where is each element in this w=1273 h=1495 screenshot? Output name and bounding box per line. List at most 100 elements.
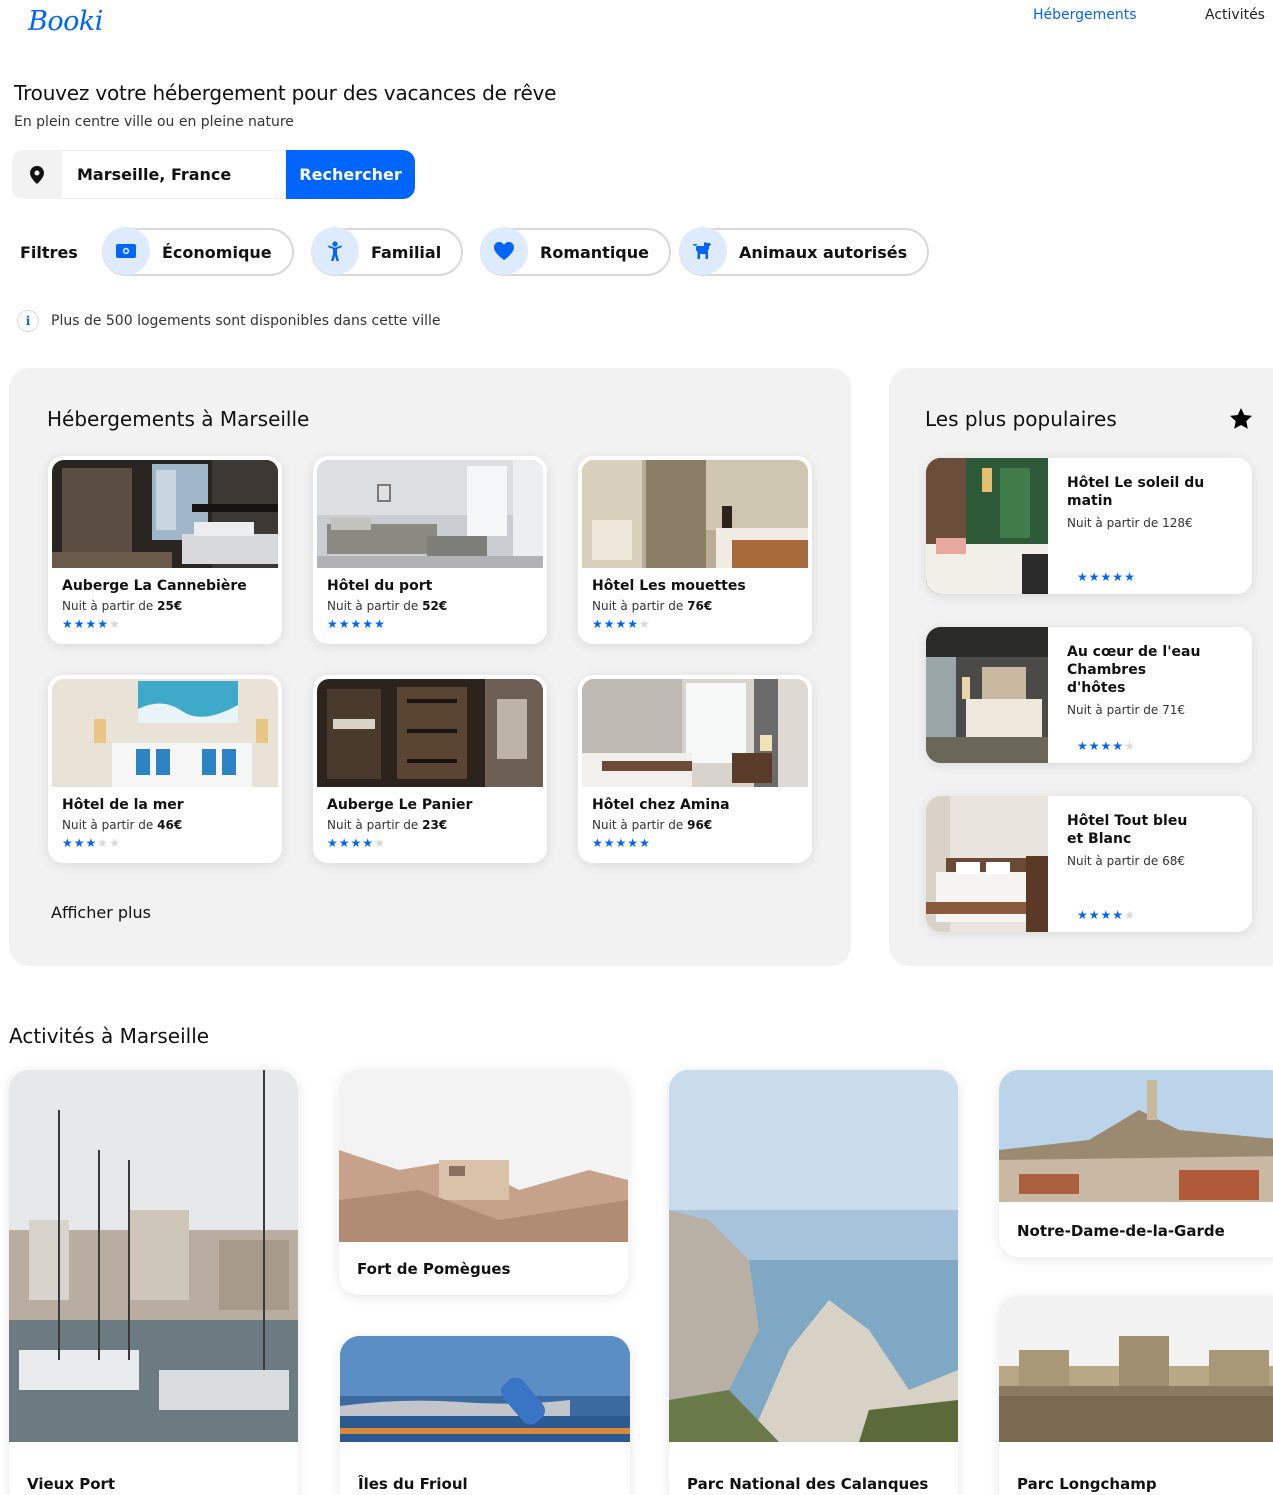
star-filled-icon: ★ [62,617,74,631]
popular-card-hotel-tout-bleu-et-blanc[interactable]: Hôtel Tout bleu et Blanc Nuit à partir d… [926,796,1252,932]
popular-image [926,458,1048,594]
rating-stars: ★★★★★ [592,617,808,631]
accommodation-card-hotel-du-port[interactable]: Hôtel du port Nuit à partir de 52€ ★★★★★ [313,456,547,644]
accommodation-card-hotel-de-la-mer[interactable]: Hôtel de la mer Nuit à partir de 46€ ★★★… [48,675,282,863]
activity-card-fort-de-pomegues[interactable]: Fort de Pomègues [339,1070,628,1295]
accommodation-price: Nuit à partir de 52€ [327,599,448,613]
popular-price: Nuit à partir de 128€ [1067,516,1193,530]
accommodation-image [317,679,543,787]
rating-stars: ★★★★★ [1077,570,1136,584]
search-bar: Marseille, France Rechercher [12,150,415,199]
star-filled-icon: ★ [350,617,363,631]
accommodation-price: Nuit à partir de 46€ [62,818,183,832]
star-filled-icon: ★ [1112,908,1125,922]
star-filled-icon: ★ [362,617,375,631]
location-pin-icon [12,150,62,199]
rating-stars: ★★★★★ [592,836,808,850]
filter-economique[interactable]: Économique [102,227,294,276]
accommodation-name: Hôtel du port [327,578,433,594]
activity-name: Îles du Frioul [358,1475,468,1493]
star-filled-icon: ★ [615,836,628,850]
page-title: Trouvez votre hébergement pour des vacan… [14,81,557,105]
accommodations-title: Hébergements à Marseille [47,407,310,431]
star-empty-icon: ★ [1124,908,1136,922]
accommodation-card-auberge-le-panier[interactable]: Auberge Le Panier Nuit à partir de 23€ ★… [313,675,547,863]
activity-card-vieux-port[interactable]: Vieux Port [9,1070,298,1495]
accommodation-image [582,679,808,787]
star-filled-icon: ★ [62,836,74,850]
activities-title: Activités à Marseille [9,1024,210,1048]
info-icon: i [17,310,39,332]
popular-name: Au cœur de l'eau Chambres d'hôtes [1067,644,1201,696]
star-empty-icon: ★ [97,836,110,850]
popular-price: Nuit à partir de 68€ [1067,854,1186,868]
star-filled-icon: ★ [639,836,651,850]
accommodation-price: Nuit à partir de 25€ [62,599,183,613]
star-filled-icon: ★ [327,617,339,631]
info-text: Plus de 500 logements sont disponibles d… [51,313,441,329]
popular-name: Hôtel Le soleil du matin [1067,475,1205,509]
page-subtitle: En plein centre ville ou en pleine natur… [14,114,294,130]
star-filled-icon: ★ [85,617,98,631]
star-filled-icon: ★ [627,836,640,850]
accommodation-image [52,679,278,787]
activity-name: Parc Longchamp [1017,1475,1157,1493]
nav-link-activites[interactable]: Activités [1205,7,1265,23]
star-filled-icon: ★ [615,617,628,631]
filter-familial[interactable]: Familial [311,227,464,276]
popular-card-hotel-le-soleil-du-matin[interactable]: Hôtel Le soleil du matin Nuit à partir d… [926,458,1252,594]
activity-name: Notre-Dame-de-la-Garde [1017,1222,1225,1240]
star-empty-icon: ★ [639,617,651,631]
popular-name: Hôtel Tout bleu et Blanc [1067,813,1188,847]
activity-card-parc-longchamp[interactable]: Parc Longchamp [999,1296,1273,1495]
star-filled-icon: ★ [1077,570,1089,584]
accommodation-name: Hôtel Les mouettes [592,578,746,594]
filter-animaux-autorises[interactable]: Animaux autorisés [679,227,930,276]
popular-card-au-coeur-de-leau[interactable]: Au cœur de l'eau Chambres d'hôtes Nuit à… [926,627,1252,763]
star-filled-icon: ★ [1100,908,1113,922]
accommodation-card-hotel-les-mouettes[interactable]: Hôtel Les mouettes Nuit à partir de 76€ … [578,456,812,644]
star-filled-icon: ★ [350,836,363,850]
accommodation-card-hotel-chez-amina[interactable]: Hôtel chez Amina Nuit à partir de 96€ ★★… [578,675,812,863]
dog-icon [679,227,727,275]
star-empty-icon: ★ [109,836,121,850]
filter-romantique[interactable]: Romantique [480,227,671,276]
rating-stars: ★★★★★ [62,617,278,631]
activity-card-parc-national-des-calanques[interactable]: Parc National des Calanques [669,1070,958,1495]
star-filled-icon: ★ [1077,908,1089,922]
show-more-link[interactable]: Afficher plus [51,903,151,922]
child-icon [311,227,359,275]
star-filled-icon: ★ [603,617,616,631]
star-filled-icon: ★ [1088,908,1101,922]
star-filled-icon: ★ [1124,570,1136,584]
activity-name: Vieux Port [27,1475,116,1493]
star-filled-icon: ★ [85,836,98,850]
info-message: i Plus de 500 logements sont disponibles… [17,310,440,332]
accommodation-image [52,460,278,568]
nav-link-hebergements[interactable]: Hébergements [1033,7,1137,23]
star-empty-icon: ★ [1124,739,1136,753]
popular-price: Nuit à partir de 71€ [1067,703,1186,717]
star-filled-icon: ★ [338,617,351,631]
activity-name: Fort de Pomègues [357,1260,511,1278]
star-filled-icon: ★ [592,836,604,850]
filter-label: Romantique [540,242,649,262]
star-filled-icon: ★ [97,617,110,631]
accommodation-card-auberge-la-cannebiere[interactable]: Auberge La Cannebière Nuit à partir de 2… [48,456,282,644]
rating-stars: ★★★★★ [327,836,543,850]
rating-stars: ★★★★★ [1077,739,1136,753]
star-icon [1230,408,1252,433]
money-icon [102,227,150,275]
rating-stars: ★★★★★ [327,617,543,631]
search-button[interactable]: Rechercher [286,150,415,199]
star-filled-icon: ★ [1100,739,1113,753]
search-input[interactable]: Marseille, France [62,150,286,199]
logo[interactable]: Booki [28,6,103,37]
accommodation-price: Nuit à partir de 96€ [592,818,713,832]
activity-card-iles-du-frioul[interactable]: Îles du Frioul [340,1336,630,1495]
filter-label: Familial [371,242,442,262]
filter-label: Économique [162,242,272,262]
star-filled-icon: ★ [1100,570,1113,584]
activity-card-notre-dame-de-la-garde[interactable]: Notre-Dame-de-la-Garde [999,1070,1273,1257]
star-empty-icon: ★ [109,617,121,631]
